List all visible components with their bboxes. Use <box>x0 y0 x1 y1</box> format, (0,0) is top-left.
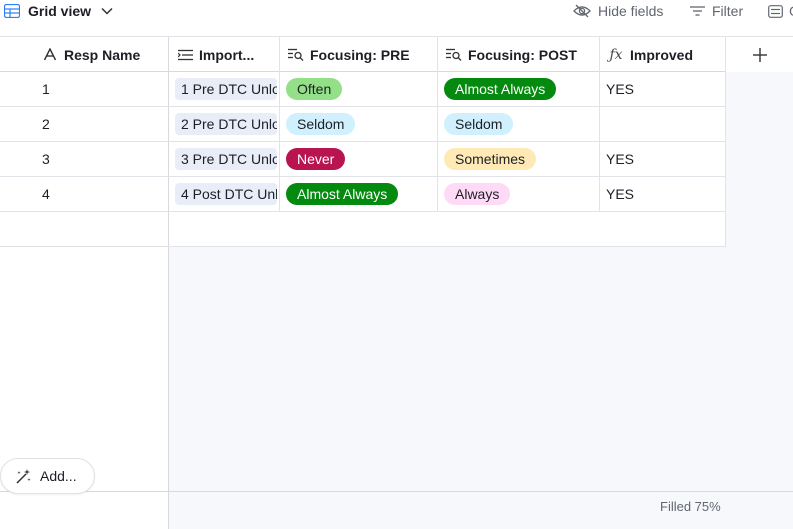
focusing-post-cell[interactable]: Always <box>438 177 600 212</box>
improved-cell[interactable]: YES <box>600 72 726 107</box>
group-button[interactable]: G <box>768 0 793 22</box>
column-header-label: Import... <box>199 46 255 63</box>
focusing-pre-cell[interactable]: Almost Always <box>280 177 438 212</box>
add-button-label: Add... <box>40 468 77 484</box>
text-type-icon <box>42 48 58 61</box>
plus-icon <box>752 47 767 62</box>
select-pill: Always <box>444 183 511 205</box>
select-pill: Almost Always <box>444 78 557 100</box>
column-header-label: Focusing: POST <box>468 46 577 63</box>
row-number: 4 <box>0 177 169 212</box>
focusing-pre-cell[interactable]: Never <box>280 142 438 177</box>
select-pill: Often <box>286 78 343 100</box>
summary-bar: Filled 75% <box>0 491 793 529</box>
linked-record-cell[interactable]: 3 Pre DTC Unlo <box>169 142 280 177</box>
column-header-improved[interactable]: ƒx Improved <box>600 37 726 72</box>
hide-fields-label: Hide fields <box>598 3 664 19</box>
magic-wand-icon <box>15 468 32 485</box>
column-header-label: Improved <box>630 46 694 63</box>
single-select-lookup-icon <box>446 48 462 61</box>
linked-record-chip[interactable]: 1 Pre DTC Unlo <box>175 78 277 100</box>
chevron-down-icon <box>101 7 113 15</box>
group-label: G <box>789 3 793 19</box>
view-name: Grid view <box>28 3 92 19</box>
add-record-row-left[interactable] <box>0 212 169 246</box>
add-record-row-right[interactable] <box>169 212 726 246</box>
linked-record-chip[interactable]: 4 Post DTC Unl <box>175 183 277 205</box>
focusing-post-cell[interactable]: Almost Always <box>438 72 600 107</box>
filter-label: Filter <box>712 3 744 19</box>
eye-off-icon <box>573 4 591 18</box>
view-toolbar: Grid view Hide fields Filter G <box>0 0 793 22</box>
table-row[interactable]: 3 3 Pre DTC Unlo Never Sometimes YES <box>0 142 726 177</box>
single-select-lookup-icon <box>288 48 304 61</box>
table-row[interactable]: 1 1 Pre DTC Unlo Often Almost Always YES <box>0 72 726 107</box>
table-row[interactable]: 4 4 Post DTC Unl Almost Always Always YE… <box>0 177 726 212</box>
focusing-post-cell[interactable]: Sometimes <box>438 142 600 177</box>
select-pill: Almost Always <box>286 183 399 205</box>
focusing-pre-cell[interactable]: Often <box>280 72 438 107</box>
select-pill: Seldom <box>444 113 514 135</box>
linked-record-cell[interactable]: 4 Post DTC Unl <box>169 177 280 212</box>
linked-record-chip[interactable]: 2 Pre DTC Unlo <box>175 113 277 135</box>
column-header-focusing-post[interactable]: Focusing: POST <box>438 37 600 72</box>
select-pill: Never <box>286 148 346 170</box>
grid-view-icon <box>4 4 20 18</box>
add-record-row[interactable] <box>0 212 726 247</box>
column-header-label: Resp Name <box>64 46 141 63</box>
improved-cell[interactable]: YES <box>600 177 726 212</box>
linked-record-chip[interactable]: 3 Pre DTC Unlo <box>175 148 277 170</box>
column-header-import[interactable]: Import... <box>169 37 280 72</box>
row-number: 2 <box>0 107 169 142</box>
filter-icon <box>690 5 705 17</box>
focusing-post-cell[interactable]: Seldom <box>438 107 600 142</box>
summary-filled[interactable]: Filled 75% <box>660 492 721 520</box>
lookup-icon <box>177 49 193 61</box>
column-header-row: Resp Name Import... Focusing: PRE Focusi… <box>0 36 793 72</box>
formula-icon: ƒx <box>609 46 623 63</box>
select-pill: Seldom <box>286 113 356 135</box>
column-header-focusing-pre[interactable]: Focusing: PRE <box>280 37 438 72</box>
improved-cell[interactable]: YES <box>600 142 726 177</box>
summary-bar-left <box>0 492 169 529</box>
improved-cell[interactable] <box>600 107 726 142</box>
row-number: 3 <box>0 142 169 177</box>
filter-button[interactable]: Filter <box>690 0 743 22</box>
linked-record-cell[interactable]: 1 Pre DTC Unlo <box>169 72 280 107</box>
select-pill: Sometimes <box>444 148 537 170</box>
column-header-resp-name[interactable]: Resp Name <box>0 37 169 72</box>
add-button[interactable]: Add... <box>0 458 95 494</box>
group-icon <box>768 4 783 18</box>
add-field-button[interactable] <box>726 37 793 72</box>
view-switcher[interactable]: Grid view <box>4 0 113 22</box>
row-number: 1 <box>0 72 169 107</box>
column-header-label: Focusing: PRE <box>310 46 410 63</box>
hide-fields-button[interactable]: Hide fields <box>573 0 663 22</box>
table-row[interactable]: 2 2 Pre DTC Unlo Seldom Seldom <box>0 107 726 142</box>
focusing-pre-cell[interactable]: Seldom <box>280 107 438 142</box>
linked-record-cell[interactable]: 2 Pre DTC Unlo <box>169 107 280 142</box>
